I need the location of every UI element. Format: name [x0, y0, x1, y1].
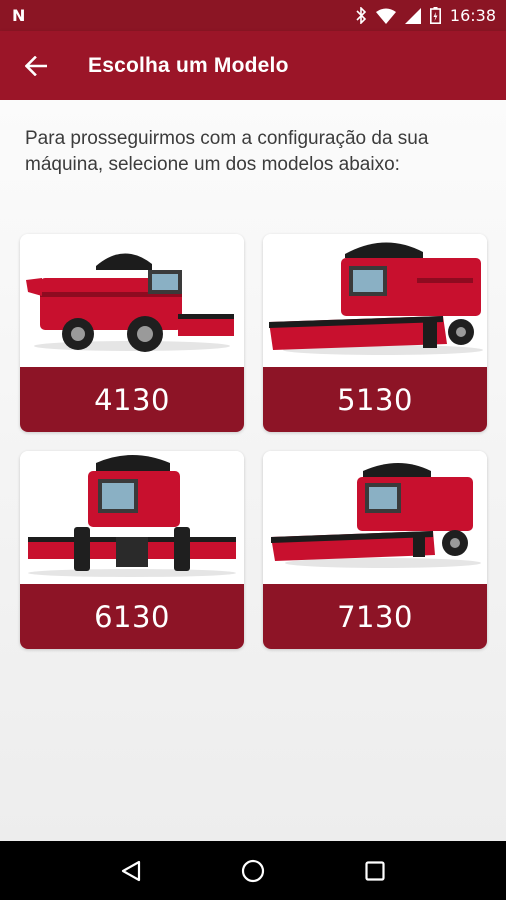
clock: 16:38	[449, 6, 496, 25]
combine-harvester-image	[269, 242, 483, 355]
nav-recents-button[interactable]	[350, 846, 400, 896]
combine-harvester-image	[28, 455, 236, 577]
notification-n-icon: N	[12, 6, 26, 25]
status-bar: N 16:38	[0, 0, 506, 31]
bluetooth-icon	[356, 7, 367, 24]
main-content: Para prosseguirmos com a configuração da…	[0, 100, 506, 841]
model-card-4130[interactable]: 4130	[20, 234, 244, 432]
combine-harvester-image	[26, 253, 234, 352]
combine-harvester-image	[271, 463, 481, 568]
home-circle-icon	[241, 859, 265, 882]
back-triangle-icon	[121, 860, 141, 881]
system-nav-bar	[0, 841, 506, 900]
model-image	[20, 451, 244, 584]
nav-home-button[interactable]	[228, 846, 278, 896]
nav-back-button[interactable]	[106, 846, 156, 896]
model-card-6130[interactable]: 6130	[20, 451, 244, 649]
page-title: Escolha um Modelo	[88, 53, 289, 77]
signal-icon	[404, 7, 421, 24]
status-icons: 16:38	[355, 6, 496, 25]
model-image	[263, 234, 487, 367]
arrow-left-icon	[25, 55, 47, 76]
model-label: 6130	[20, 584, 244, 649]
model-label: 4130	[20, 367, 244, 432]
recents-square-icon	[365, 860, 385, 881]
model-card-5130[interactable]: 5130	[263, 234, 487, 432]
back-button[interactable]	[0, 31, 72, 100]
app-toolbar: Escolha um Modelo	[0, 31, 506, 100]
model-image	[263, 451, 487, 584]
model-label: 5130	[263, 367, 487, 432]
model-card-7130[interactable]: 7130	[263, 451, 487, 649]
wifi-icon	[375, 8, 396, 24]
battery-icon	[429, 7, 441, 24]
instructions-text: Para prosseguirmos com a configuração da…	[25, 128, 429, 175]
model-label: 7130	[263, 584, 487, 649]
model-image	[20, 234, 244, 367]
